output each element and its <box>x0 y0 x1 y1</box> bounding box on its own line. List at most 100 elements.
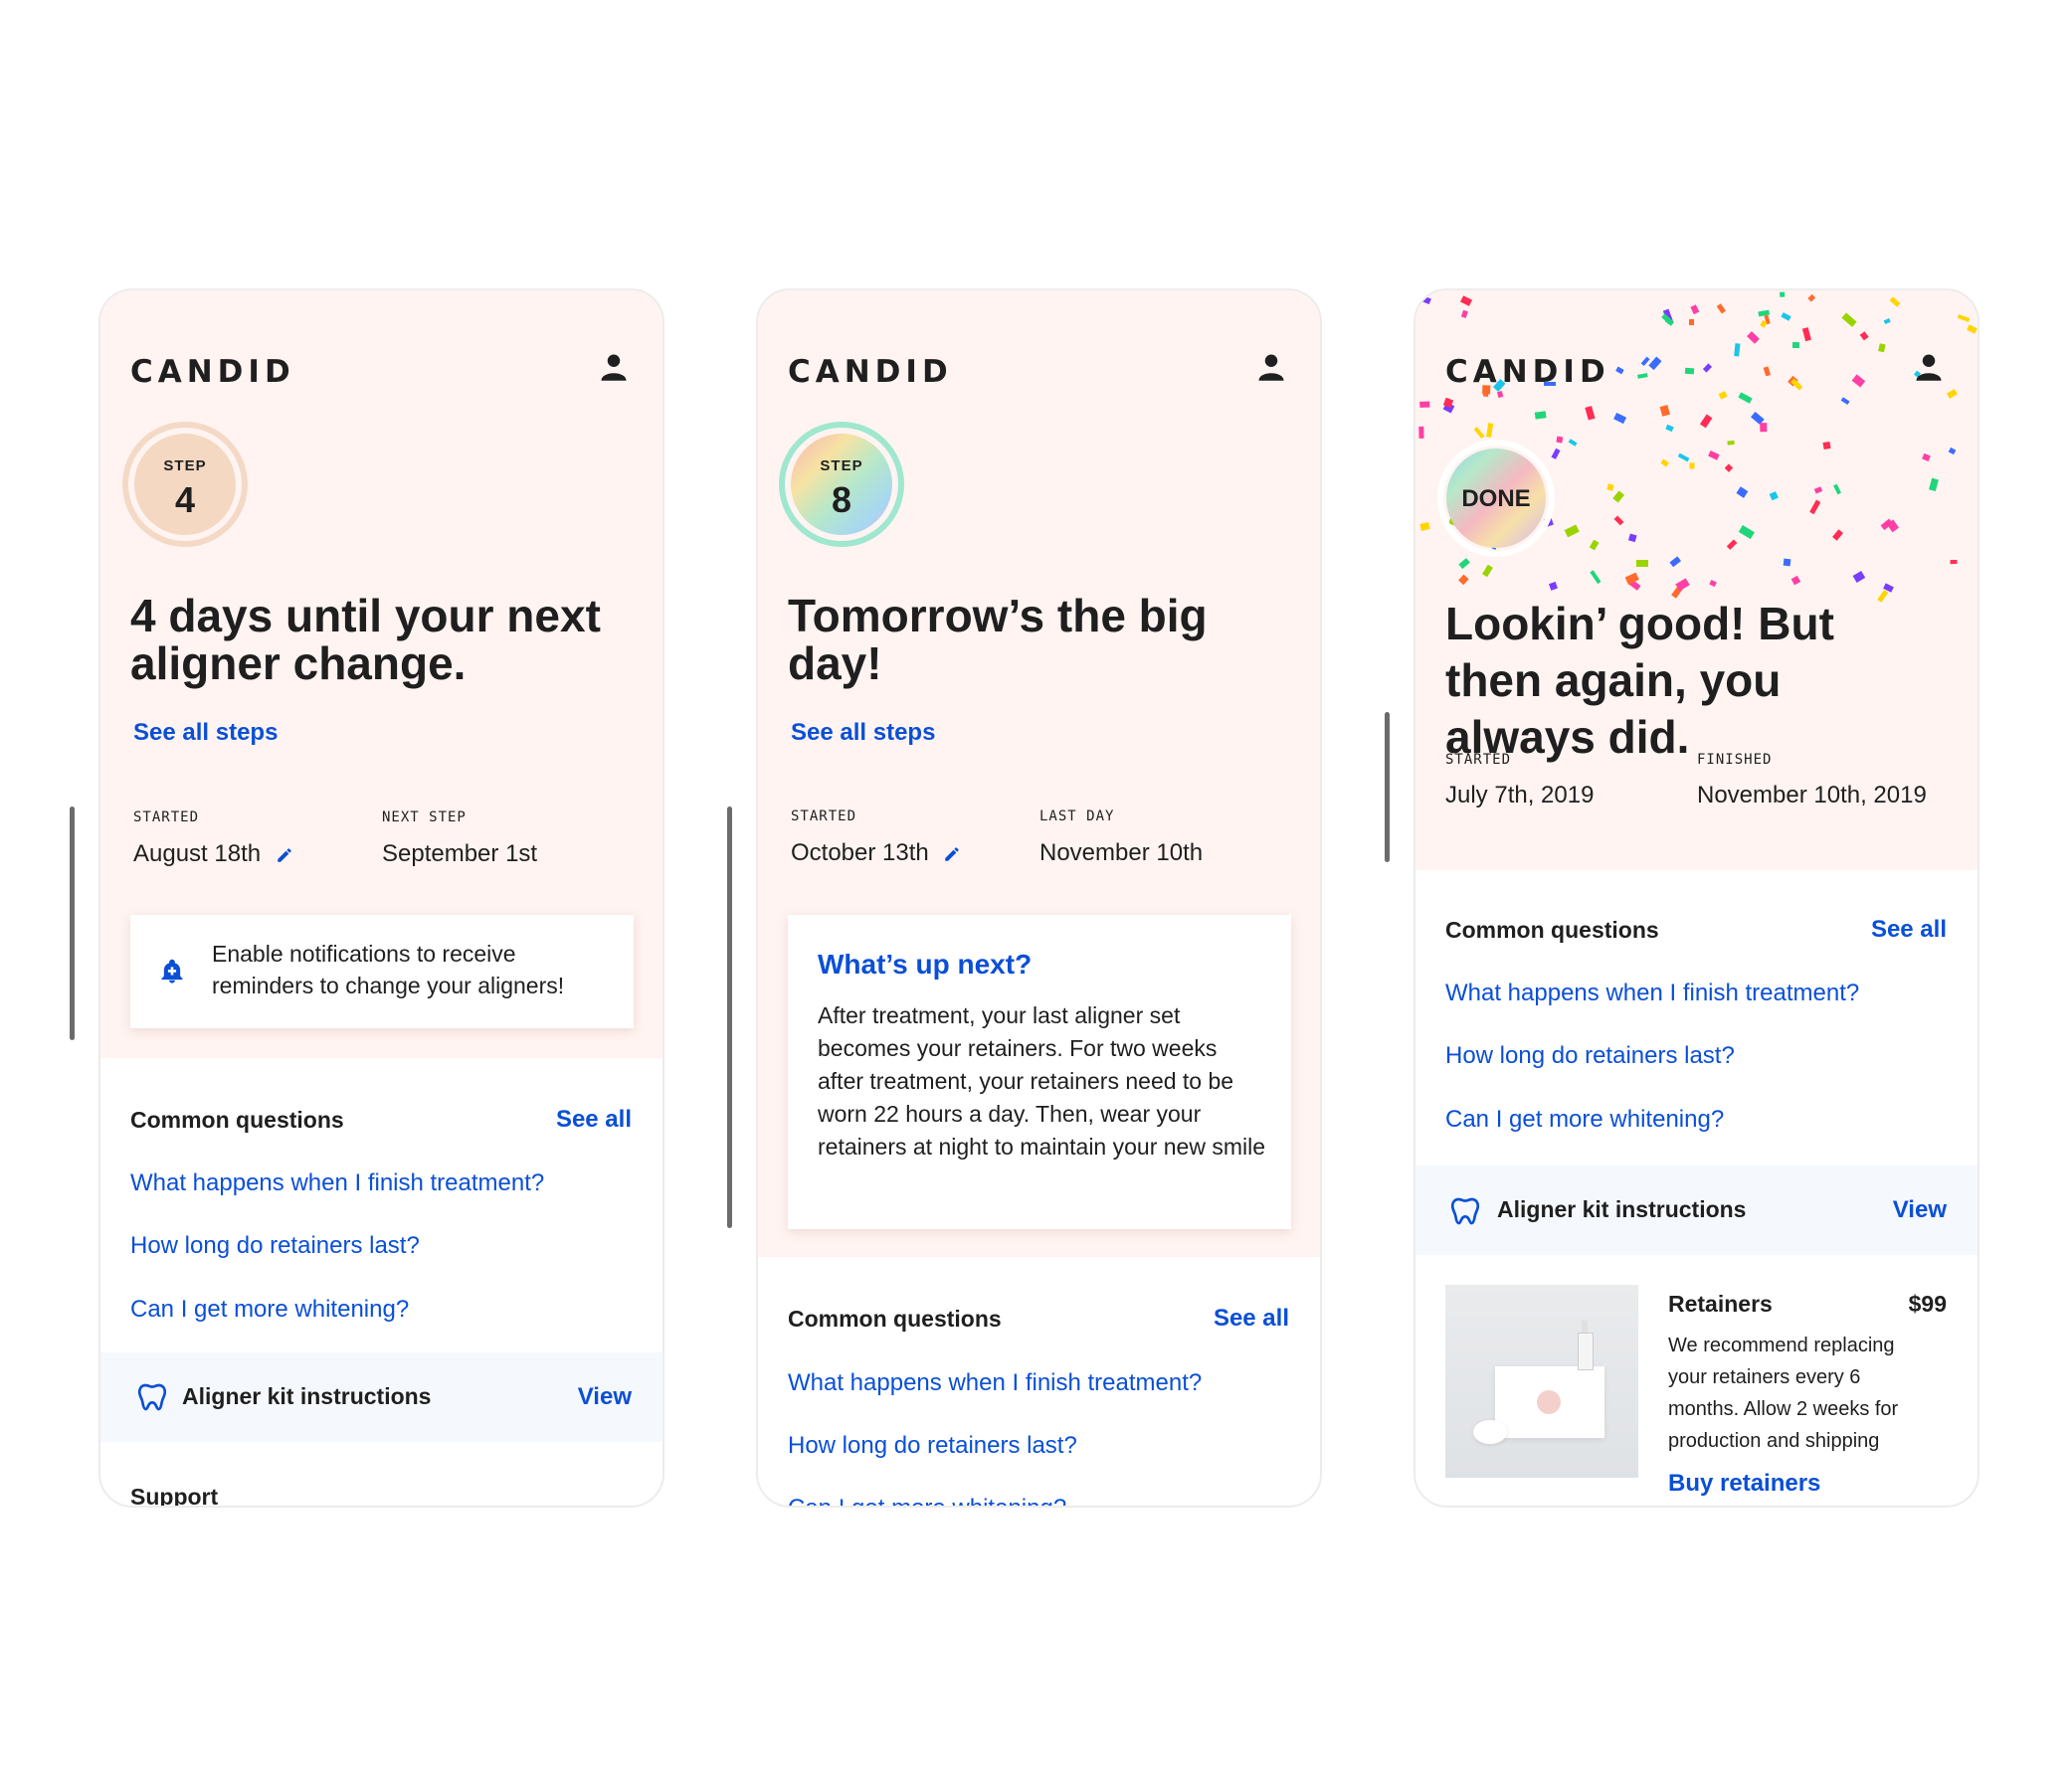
see-all-questions-link[interactable]: See all <box>1214 1305 1289 1333</box>
confetti-piece <box>1746 331 1760 345</box>
confetti-piece <box>1702 363 1713 373</box>
confetti-piece <box>1589 539 1600 551</box>
confetti-piece <box>1851 373 1866 387</box>
confetti-piece <box>1781 311 1792 321</box>
confetti-piece <box>1716 303 1726 314</box>
confetti-piece <box>1822 441 1831 449</box>
confetti-piece <box>1685 367 1695 375</box>
question-link-1[interactable]: What happens when I finish treatment? <box>788 1369 1202 1397</box>
confetti-piece <box>1611 490 1624 503</box>
confetti-piece <box>1675 578 1690 592</box>
confetti-piece <box>1783 558 1791 567</box>
question-link-2[interactable]: How long do retainers last? <box>1445 1042 1735 1070</box>
support-title: Support <box>130 1484 219 1508</box>
confetti-piece <box>1718 391 1729 401</box>
confetti-piece <box>1780 292 1786 298</box>
started-label: STARTED <box>791 808 857 824</box>
confetti-piece <box>1627 533 1637 542</box>
confetti-piece <box>1496 391 1504 399</box>
aligner-kit-row[interactable]: Aligner kit instructions View <box>1415 1165 1978 1255</box>
step-badge: STEP 4 <box>122 422 248 547</box>
confetti-piece <box>1832 528 1844 540</box>
question-link-1[interactable]: What happens when I finish treatment? <box>130 1169 544 1197</box>
see-all-questions-link[interactable]: See all <box>1871 916 1947 944</box>
step-number: 8 <box>831 479 852 520</box>
confetti-piece <box>1951 559 1958 565</box>
confetti-piece <box>1615 366 1624 374</box>
retainer-product-image <box>1445 1285 1638 1478</box>
scrollbar-screen-3[interactable] <box>1385 712 1390 862</box>
confetti-piece <box>1929 477 1940 492</box>
confetti-piece <box>1422 296 1431 305</box>
question-link-3[interactable]: Can I get more whitening? <box>1445 1106 1724 1134</box>
phone-screen-done: CANDID DONE Lookin’ good! But then again… <box>1413 288 1979 1508</box>
see-all-questions-link[interactable]: See all <box>556 1106 632 1134</box>
confetti-piece <box>1535 411 1548 420</box>
finished-value: November 10th, 2019 <box>1697 782 1927 808</box>
confetti-piece <box>1660 458 1670 468</box>
headline: 4 days until your next aligner change. <box>130 590 601 689</box>
pencil-icon[interactable] <box>276 846 293 864</box>
confetti-piece <box>1548 582 1558 592</box>
next-step-label: NEXT STEP <box>382 809 467 825</box>
confetti-piece <box>1419 522 1430 532</box>
confetti-piece <box>1665 424 1675 433</box>
product-price: $99 <box>1908 1291 1947 1317</box>
confetti-piece <box>1739 524 1756 539</box>
see-all-steps-link[interactable]: See all steps <box>133 719 278 747</box>
started-value[interactable]: August 18th <box>133 840 293 868</box>
question-link-1[interactable]: What happens when I finish treatment? <box>1445 980 1859 1007</box>
phone-screen-step-4: CANDID STEP 4 4 days until your next ali… <box>98 288 664 1508</box>
confetti-piece <box>1759 422 1767 433</box>
started-value[interactable]: October 13th <box>791 839 961 867</box>
confetti-piece <box>1613 515 1624 526</box>
confetti-piece <box>1418 401 1430 408</box>
question-link-2[interactable]: How long do retainers last? <box>130 1232 420 1260</box>
last-day-label: LAST DAY <box>1039 808 1115 824</box>
profile-icon[interactable] <box>1256 352 1286 382</box>
buy-retainers-link[interactable]: Buy retainers <box>1668 1470 1820 1498</box>
confetti-piece <box>1949 448 1957 455</box>
confetti-piece <box>1737 392 1753 405</box>
aligner-kit-view-link[interactable]: View <box>578 1383 632 1411</box>
confetti-piece <box>1461 309 1469 318</box>
confetti-piece <box>1459 294 1472 306</box>
aligner-kit-view-link[interactable]: View <box>1893 1196 1947 1224</box>
confetti-piece <box>1699 414 1712 429</box>
question-link-3[interactable]: Can I get more whitening? <box>130 1296 409 1324</box>
started-date: August 18th <box>133 840 262 867</box>
confetti-piece <box>1967 323 1978 334</box>
done-badge: DONE <box>1437 440 1555 557</box>
confetti-piece <box>1636 560 1648 567</box>
common-questions-title: Common questions <box>1445 917 1659 943</box>
profile-icon[interactable] <box>599 352 629 382</box>
last-day-value: November 10th <box>1039 839 1204 866</box>
notification-card[interactable]: Enable notifications to receive reminder… <box>130 915 634 1028</box>
product-description: We recommend replacing your retainers ev… <box>1668 1335 1899 1452</box>
confetti-piece <box>1726 538 1738 550</box>
confetti-piece <box>1791 342 1800 349</box>
confetti-piece <box>1832 484 1841 495</box>
aligner-kit-row[interactable]: Aligner kit instructions View <box>100 1352 662 1442</box>
whats-next-title: What’s up next? <box>818 949 1033 980</box>
confetti-piece <box>1859 330 1869 341</box>
confetti-piece <box>1727 440 1735 446</box>
question-link-2[interactable]: How long do retainers last? <box>788 1432 1077 1460</box>
tooth-icon <box>1450 1197 1480 1225</box>
headline: Lookin’ good! But then again, you always… <box>1445 598 1834 763</box>
scrollbar-screen-1[interactable] <box>70 806 75 1040</box>
confetti-piece <box>1565 524 1581 537</box>
confetti-piece <box>1841 312 1857 327</box>
confetti-piece <box>1852 570 1866 583</box>
common-questions-title: Common questions <box>788 1306 1002 1332</box>
aligner-kit-label: Aligner kit instructions <box>182 1383 432 1409</box>
scrollbar-screen-2[interactable] <box>727 806 732 1228</box>
pencil-icon[interactable] <box>943 845 961 863</box>
aligner-kit-label: Aligner kit instructions <box>1497 1196 1747 1222</box>
question-link-3[interactable]: Can I get more whitening? <box>788 1495 1066 1506</box>
confetti-piece <box>1458 558 1470 570</box>
profile-icon[interactable] <box>1914 352 1944 382</box>
confetti-piece <box>1551 448 1561 459</box>
see-all-steps-link[interactable]: See all steps <box>791 719 935 747</box>
confetti-piece <box>1809 499 1821 514</box>
